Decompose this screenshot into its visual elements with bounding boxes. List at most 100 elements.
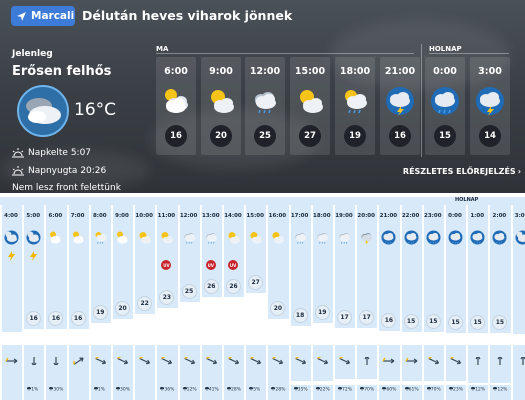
night-cloud-icon [26,230,41,245]
wind-direction-icon [161,357,173,365]
precipitation-bar [290,381,311,385]
partly-cloudy-icon [161,86,191,116]
wind-direction-icon [205,357,217,365]
wind-direction-icon [5,357,18,364]
hour-column[interactable]: 4:00 [1,205,21,400]
temperature-value: 20 [115,301,130,316]
hour-column[interactable]: 6:00 [45,205,65,400]
hour-time: 17:00 [290,213,309,219]
temperature-value: 26 [203,279,219,294]
hour-column[interactable]: 3:00 [512,205,525,400]
rain-chance-value: 70% [430,387,441,393]
hour-column[interactable]: 19:00 [334,205,354,400]
hour-column[interactable]: 22:00 [401,205,421,400]
hour-column[interactable]: 18:00 [312,205,332,400]
location-label: Marcali [31,10,75,22]
temperature-bar [90,323,111,345]
precipitation-bar [490,383,511,385]
hour-column[interactable]: 23:00 [423,205,443,400]
wind-direction-icon [53,357,60,365]
hour-time: 12:00 [179,213,198,219]
night-storm-icon [385,86,415,116]
rain-chance-value: 5% [253,387,261,393]
hour-column[interactable]: 5:00 [23,205,43,400]
rain-chance-value: 60% [386,387,397,393]
hour-column[interactable]: 0:00 [445,205,465,400]
rain-chance: 5% [248,386,261,393]
temperature-bar [512,334,525,345]
sunny-cloud-icon [295,86,325,116]
rain-cloud-icon [293,230,308,245]
temperature-bar [312,323,333,345]
temperature-bar [24,329,45,345]
sunset-icon [12,166,24,176]
hour-time: 15:00 [246,213,264,219]
hour-column[interactable]: 1:00 [467,205,487,400]
temperature-bar [135,314,156,345]
partly-cloudy-icon [48,230,63,245]
temperature-bar [357,328,378,345]
today-divider [156,53,414,54]
weather-front-note: Nem lesz front felettünk [12,183,121,193]
sun-rain-icon [340,86,370,116]
hourly-temperature: 16 [165,125,187,147]
rain-chance: 22% [315,386,330,393]
hour-column[interactable]: 21:00 [378,205,398,400]
hourly-card[interactable]: 6:00 16 [156,57,196,155]
today-label: MA [156,45,169,53]
wind-direction-icon [497,357,503,365]
wind-direction-icon [474,357,481,365]
hourly-card[interactable]: 12:00 25 [245,57,285,155]
hour-column[interactable]: 17:00 [290,205,310,400]
location-button[interactable]: Marcali [11,6,75,26]
headline: Délután heves viharok jönnek [82,8,293,23]
hour-column[interactable]: 7:00 [68,205,88,400]
hourly-card[interactable]: 3:00 14 [470,57,510,155]
hourly-card[interactable]: 21:00 16 [380,57,420,155]
wind-direction-icon [427,357,439,365]
hour-column[interactable]: 20:00 [356,205,376,400]
rain-chance-value: 1% [31,387,39,393]
hourly-time: 6:00 [164,66,188,77]
rain-chance: 30% [115,386,130,393]
hour-column[interactable]: 2:00 [489,205,509,400]
rain-chance-value: 12% [475,387,486,393]
detailed-forecast-link[interactable]: RÉSZLETES ELŐREJELZÉS › [403,167,521,176]
temperature-value: 19 [92,305,108,320]
temperature-bar [157,308,178,345]
rain-chance-value: 72% [342,387,353,393]
hourly-card[interactable]: 0:00 15 [425,57,465,155]
sunny-cloud-icon [137,230,152,245]
rain-chance: 41% [204,386,219,393]
partly-cloudy-icon [71,230,86,245]
precipitation-bar [423,381,444,385]
temperature-bar [379,331,400,345]
hourly-detail-strip[interactable]: HOLNAP 4:00 5:00 16 1% 6:00 16 30% 7:00 16 8:00 19… [0,195,525,400]
hour-time: 9:00 [115,213,129,219]
sunset-row: Napnyugta 20:26 [12,166,106,176]
hourly-card[interactable]: 15:00 27 [290,57,330,155]
hourly-card[interactable]: 18:00 19 [335,57,375,155]
wind-direction-icon [316,357,328,365]
rain-chance: 28% [271,386,285,393]
temperature-bar [46,329,67,345]
hourly-card[interactable]: 9:00 20 [201,57,241,155]
sunny-cloud-icon [248,230,263,245]
night-cloud-icon [515,230,525,245]
precipitation-bar [335,379,356,385]
night-rain-icon [492,230,507,245]
tomorrow-divider [429,53,509,54]
wind-direction-icon [450,357,462,365]
precipitation-bar [401,381,422,385]
rain-chance-value: 12% [497,387,508,393]
hour-time: 8:00 [92,213,107,219]
sunrise-icon [12,148,24,158]
hour-column[interactable]: 8:00 [90,205,110,400]
wind-direction-icon [250,357,262,365]
sun-rain-icon [93,230,108,245]
rain-chance: 35% [293,386,308,393]
hourly-temperature: 15 [434,125,456,147]
hour-time: 20:00 [357,213,375,219]
night-rain-icon [404,230,419,245]
hourly-time: 15:00 [294,66,326,77]
